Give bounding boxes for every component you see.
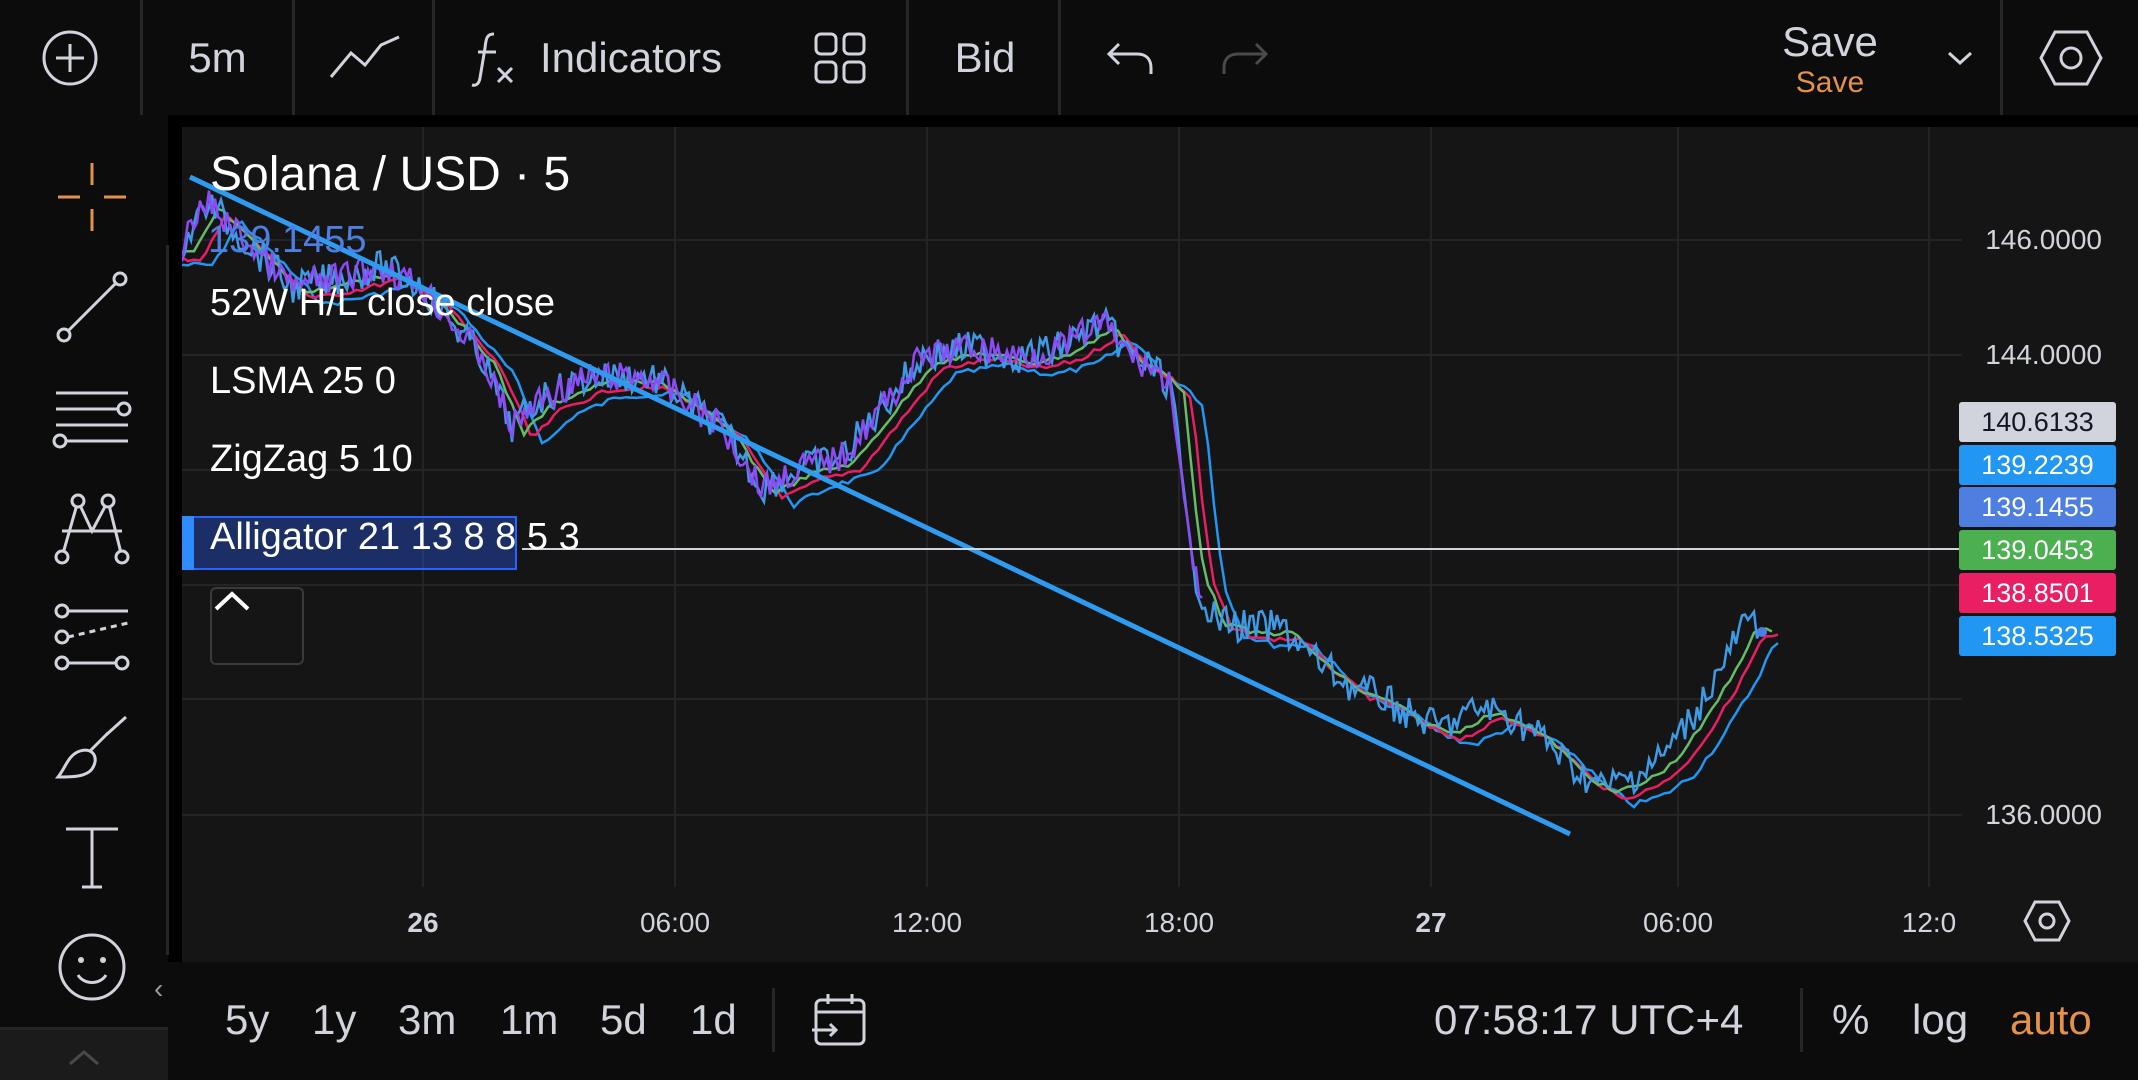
toolbar-divider (772, 988, 775, 1052)
brush-tool[interactable] (40, 695, 144, 799)
last-price-marker (1757, 627, 1767, 637)
time-tick-label: 12:00 (891, 907, 963, 938)
plus-circle-icon (42, 30, 98, 85)
log-scale-toggle[interactable]: log (1912, 996, 1968, 1044)
legend-indicator-zigzag[interactable]: ZigZag 5 10 (210, 438, 413, 481)
time-tick-label: 06:00 (1642, 907, 1714, 938)
interval-button[interactable]: 5m (160, 0, 275, 115)
text-icon (66, 827, 118, 889)
undo-icon (1106, 42, 1153, 74)
percent-scale-toggle[interactable]: % (1832, 996, 1869, 1044)
save-button[interactable]: Save Save (1760, 18, 1900, 100)
price-tag: 139.2239 (1959, 445, 2116, 485)
toolbar-divider (140, 0, 143, 115)
save-sub-label: Save (1795, 66, 1865, 99)
price-tag: 138.8501 (1959, 573, 2116, 613)
time-tick-label: 06:00 (639, 907, 711, 938)
toolbar-divider (166, 245, 169, 955)
indicators-button[interactable]: Indicators (470, 0, 760, 115)
toolbar-divider (292, 0, 295, 115)
redo-icon (1222, 42, 1269, 74)
range-5d[interactable]: 5d (600, 996, 647, 1044)
toolbar-divider (2000, 0, 2003, 115)
legend-indicator-52w[interactable]: 52W H/L close close (210, 282, 555, 325)
settings-button[interactable] (2030, 0, 2112, 115)
time-tick-label: 12:0 (1901, 907, 1957, 938)
legend-indicator-lsma[interactable]: LSMA 25 0 (210, 360, 396, 403)
layout-button[interactable] (790, 0, 890, 115)
undo-button[interactable] (1090, 0, 1170, 115)
chart-pane[interactable]: 146.0000144.0000142.0000136.0000140.6133… (182, 127, 2138, 962)
trend-line-tool[interactable] (40, 255, 144, 359)
bottom-toolbar: 5y 1y 3m 1m 5d 1d 07:58:17 UTC+4 % log a… (168, 962, 2138, 1080)
range-1d[interactable]: 1d (690, 996, 737, 1044)
time-tick-label: 27 (1415, 907, 1447, 938)
indicators-label: Indicators (540, 33, 723, 81)
collapse-toolbar-icon[interactable]: ‹ (154, 973, 163, 1005)
grid-icon (814, 32, 866, 83)
text-tool[interactable] (40, 805, 144, 909)
range-3m[interactable]: 3m (398, 996, 456, 1044)
forecast-icon (54, 603, 130, 671)
collapse-legend-button[interactable] (210, 587, 304, 665)
price-source-label: Bid (954, 33, 1016, 81)
range-5y[interactable]: 5y (225, 996, 269, 1044)
emoji-tool[interactable] (40, 915, 144, 1019)
line-chart-icon (329, 35, 400, 78)
time-tick-label: 26 (407, 907, 439, 938)
brush-icon (54, 715, 128, 779)
chevron-up-icon (69, 1050, 99, 1066)
price-tag: 140.6133 (1959, 402, 2116, 442)
legend-indicator-alligator[interactable]: Alligator 21 13 8 8 5 3 (210, 516, 580, 559)
parallel-lines-icon (52, 391, 132, 449)
price-tag: 139.1455 (1959, 487, 2116, 527)
calendar-icon (812, 994, 866, 1046)
redo-button[interactable] (1205, 0, 1285, 115)
toolbar-divider (432, 0, 435, 115)
chart-type-button[interactable] (310, 0, 420, 115)
crosshair-icon (58, 163, 126, 231)
smiley-icon (58, 933, 126, 1001)
chevron-down-icon (1947, 51, 1973, 65)
toolbar-divider (1058, 0, 1061, 115)
time-tick-label: 18:00 (1143, 907, 1215, 938)
interval-label: 5m (188, 33, 247, 81)
top-toolbar: 5m Indicators Bid Save Save (0, 0, 2138, 115)
go-to-date-button[interactable] (810, 990, 870, 1055)
save-menu-dropdown[interactable] (1930, 0, 1990, 115)
function-icon (471, 32, 514, 87)
last-price: 139.1455 (208, 219, 367, 261)
symbol-title[interactable]: Solana / USD · 5 (210, 147, 570, 202)
price-tag: 138.5325 (1959, 616, 2116, 656)
range-1y[interactable]: 1y (312, 996, 356, 1044)
price-tick-label: 144.0000 (1985, 339, 2102, 370)
clock-timezone[interactable]: 07:58:17 UTC+4 (1434, 996, 1743, 1044)
pattern-icon (54, 493, 130, 565)
price-tick-label: 136.0000 (1985, 799, 2102, 830)
pattern-tool[interactable] (40, 475, 144, 579)
drawing-toolbar: ‹ (0, 115, 169, 1080)
horizontal-lines-tool[interactable] (40, 365, 144, 469)
crosshair-tool[interactable] (40, 145, 144, 249)
trend-line-icon (56, 271, 128, 343)
toolbar-divider (906, 0, 909, 115)
save-label: Save (1782, 18, 1878, 65)
chevron-up-icon (214, 591, 250, 611)
auto-scale-toggle[interactable]: auto (2010, 996, 2092, 1044)
range-1m[interactable]: 1m (500, 996, 558, 1044)
toolbar-divider (1800, 988, 1803, 1052)
forecast-tool[interactable] (40, 585, 144, 689)
price-source-button[interactable]: Bid (925, 0, 1045, 115)
price-tag: 139.0453 (1959, 530, 2116, 570)
legend-highlight-bar (182, 516, 194, 570)
more-tools-button[interactable] (0, 1030, 168, 1080)
price-tick-label: 146.0000 (1985, 224, 2102, 255)
hexagon-settings-icon (2039, 30, 2103, 85)
hexagon-settings-icon (2023, 900, 2071, 942)
add-symbol-button[interactable] (20, 0, 120, 115)
trend-line-drawing (188, 174, 1572, 837)
